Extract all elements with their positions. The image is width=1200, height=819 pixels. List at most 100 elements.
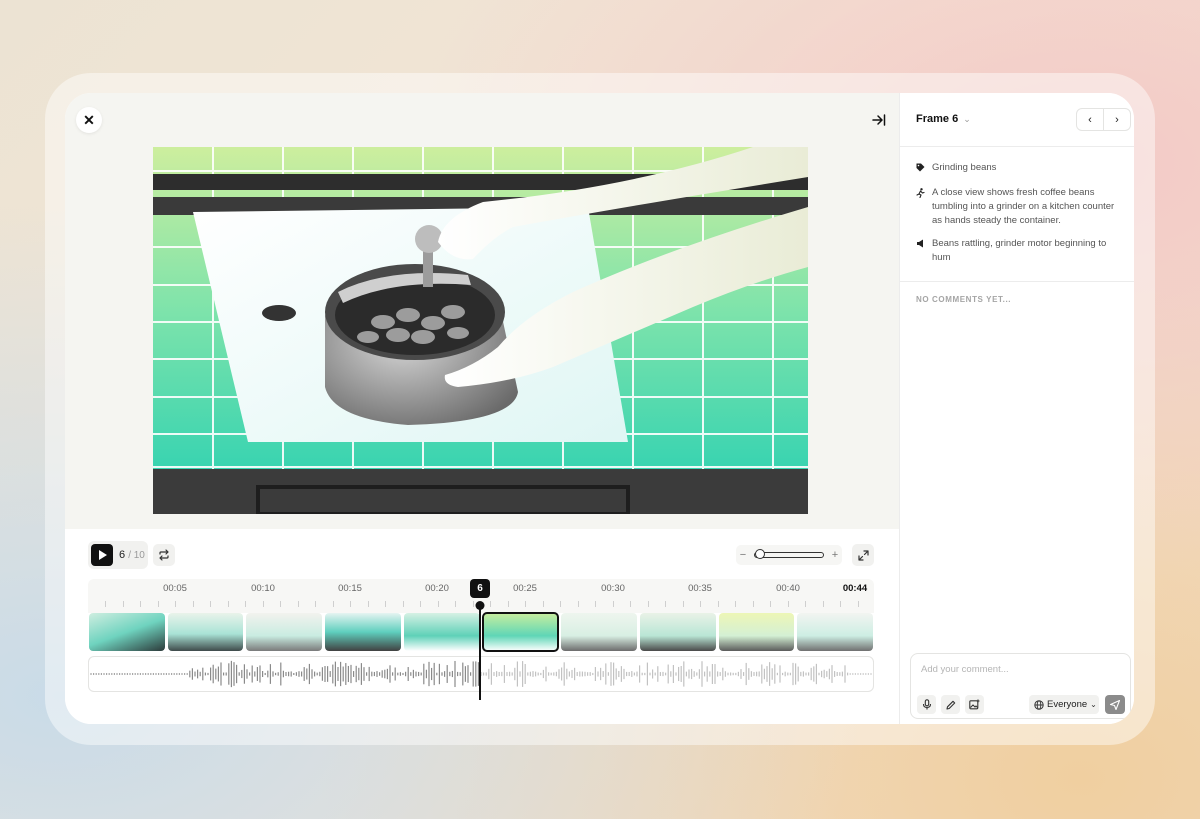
pencil-icon xyxy=(945,700,955,710)
ruler-tick xyxy=(857,601,859,607)
ruler-label: 00:35 xyxy=(688,583,712,594)
ruler-tick xyxy=(245,601,246,607)
timeline-panel: 6 / 10 − + 00:05 00:10 00:15 00:20 00:25… xyxy=(65,529,899,724)
playback-controls: 6 / 10 − + xyxy=(88,541,874,569)
zoom-in-button[interactable]: + xyxy=(828,549,842,561)
tag-item: Grinding beans xyxy=(916,161,1121,177)
ruler-tick xyxy=(595,601,596,607)
ruler-tick xyxy=(542,601,544,607)
ruler-tick xyxy=(385,601,386,607)
play-icon xyxy=(98,550,107,560)
frame-thumbnail[interactable] xyxy=(403,613,480,651)
ruler-tick xyxy=(280,601,281,607)
ruler-tick xyxy=(770,601,771,607)
play-group: 6 / 10 xyxy=(88,541,148,569)
frame-thumbnail[interactable] xyxy=(561,613,637,651)
frame-thumbnail[interactable] xyxy=(325,613,401,651)
ruler-tick xyxy=(787,601,789,607)
ruler-tick xyxy=(752,601,754,607)
frame-nav: ‹ › xyxy=(1076,108,1131,131)
ruler-tick xyxy=(420,601,421,607)
ruler-tick xyxy=(577,601,579,607)
ruler-tick xyxy=(262,601,264,607)
ruler-tick xyxy=(175,601,176,607)
microphone-icon xyxy=(922,699,931,710)
zoom-out-button[interactable]: − xyxy=(736,549,750,561)
zoom-slider[interactable] xyxy=(754,549,824,559)
draw-button[interactable] xyxy=(941,695,960,714)
divider xyxy=(900,281,1134,282)
ruler-tick xyxy=(647,601,649,607)
close-button[interactable]: ✕ xyxy=(76,107,102,133)
frame-thumbnail[interactable] xyxy=(89,613,165,651)
ruler-tick xyxy=(840,601,841,607)
comment-composer: Everyone ⌄ xyxy=(910,653,1131,719)
ruler-label: 00:40 xyxy=(776,583,800,594)
chevron-down-icon: ⌄ xyxy=(1090,700,1097,709)
playhead-badge[interactable]: 6 xyxy=(470,579,490,598)
ruler-label: 00:10 xyxy=(251,583,275,594)
ruler-tick xyxy=(227,601,229,607)
globe-icon xyxy=(1034,699,1044,710)
comment-input[interactable] xyxy=(921,664,1121,675)
current-frame: 6 xyxy=(119,549,126,561)
send-button[interactable] xyxy=(1105,695,1125,714)
playhead-line[interactable] xyxy=(479,605,481,700)
ruler-tick xyxy=(315,601,316,607)
frame-thumbnail[interactable] xyxy=(246,613,323,651)
chevron-right-icon: › xyxy=(1115,113,1119,126)
action-item: A close view shows fresh coffee beans tu… xyxy=(916,186,1121,228)
ruler-tick xyxy=(367,601,369,607)
ruler-tick xyxy=(472,601,474,607)
attach-image-button[interactable] xyxy=(965,695,984,714)
running-figure-icon xyxy=(916,186,925,228)
frame-thumbnail[interactable] xyxy=(167,613,244,651)
zoom-control: − + xyxy=(736,545,842,565)
close-icon: ✕ xyxy=(83,111,95,128)
total-frames: / 10 xyxy=(128,550,145,561)
audience-select[interactable]: Everyone ⌄ xyxy=(1029,695,1099,714)
ruler-tick xyxy=(630,601,631,607)
ruler-tick xyxy=(682,601,684,607)
ruler-tick xyxy=(700,601,701,607)
ruler-tick xyxy=(332,601,334,607)
prev-frame-button[interactable]: ‹ xyxy=(1077,109,1103,130)
frame-artwork xyxy=(153,147,808,514)
frame-thumbnail[interactable] xyxy=(639,613,716,651)
frame-thumbnail[interactable] xyxy=(797,613,874,651)
ruler-tick xyxy=(490,601,491,607)
next-frame-button[interactable]: › xyxy=(1103,109,1130,130)
collapse-panel-button[interactable] xyxy=(869,110,889,130)
ruler-tick xyxy=(525,601,526,607)
ruler-tick xyxy=(140,601,141,607)
ruler-label: 00:05 xyxy=(163,583,187,594)
chevron-down-icon: ⌄ xyxy=(963,113,971,124)
frame-selector[interactable]: Frame 6 ⌄ xyxy=(916,113,971,125)
frame-title: Frame 6 xyxy=(916,113,959,125)
frame-thumbnail[interactable] xyxy=(481,612,560,652)
chevron-left-icon: ‹ xyxy=(1088,113,1092,126)
voice-button[interactable] xyxy=(917,695,936,714)
zoom-slider-handle[interactable] xyxy=(755,549,765,559)
loop-icon xyxy=(159,549,169,561)
ruler-tick xyxy=(157,601,159,607)
audience-label: Everyone xyxy=(1047,699,1088,710)
fullscreen-button[interactable] xyxy=(852,544,874,566)
ruler-tick xyxy=(735,601,736,607)
ruler-label: 00:15 xyxy=(338,583,362,594)
ruler-tick xyxy=(105,601,106,607)
audio-waveform[interactable] xyxy=(88,656,874,692)
send-icon xyxy=(1110,699,1120,710)
play-button[interactable] xyxy=(91,544,113,566)
frame-details-panel: Frame 6 ⌄ ‹ › Grinding beans A close vie… xyxy=(899,93,1134,724)
ruler-tick xyxy=(350,601,351,607)
ruler-label: 00:30 xyxy=(601,583,625,594)
ruler-tick xyxy=(210,601,211,607)
ruler-label: 00:20 xyxy=(425,583,449,594)
ruler-tick xyxy=(297,601,299,607)
ruler-tick xyxy=(717,601,719,607)
frame-metadata: Grinding beans A close view shows fresh … xyxy=(916,161,1121,274)
frame-thumbnail[interactable] xyxy=(718,613,795,651)
loop-button[interactable] xyxy=(153,544,175,566)
frame-thumbnails xyxy=(88,612,874,653)
